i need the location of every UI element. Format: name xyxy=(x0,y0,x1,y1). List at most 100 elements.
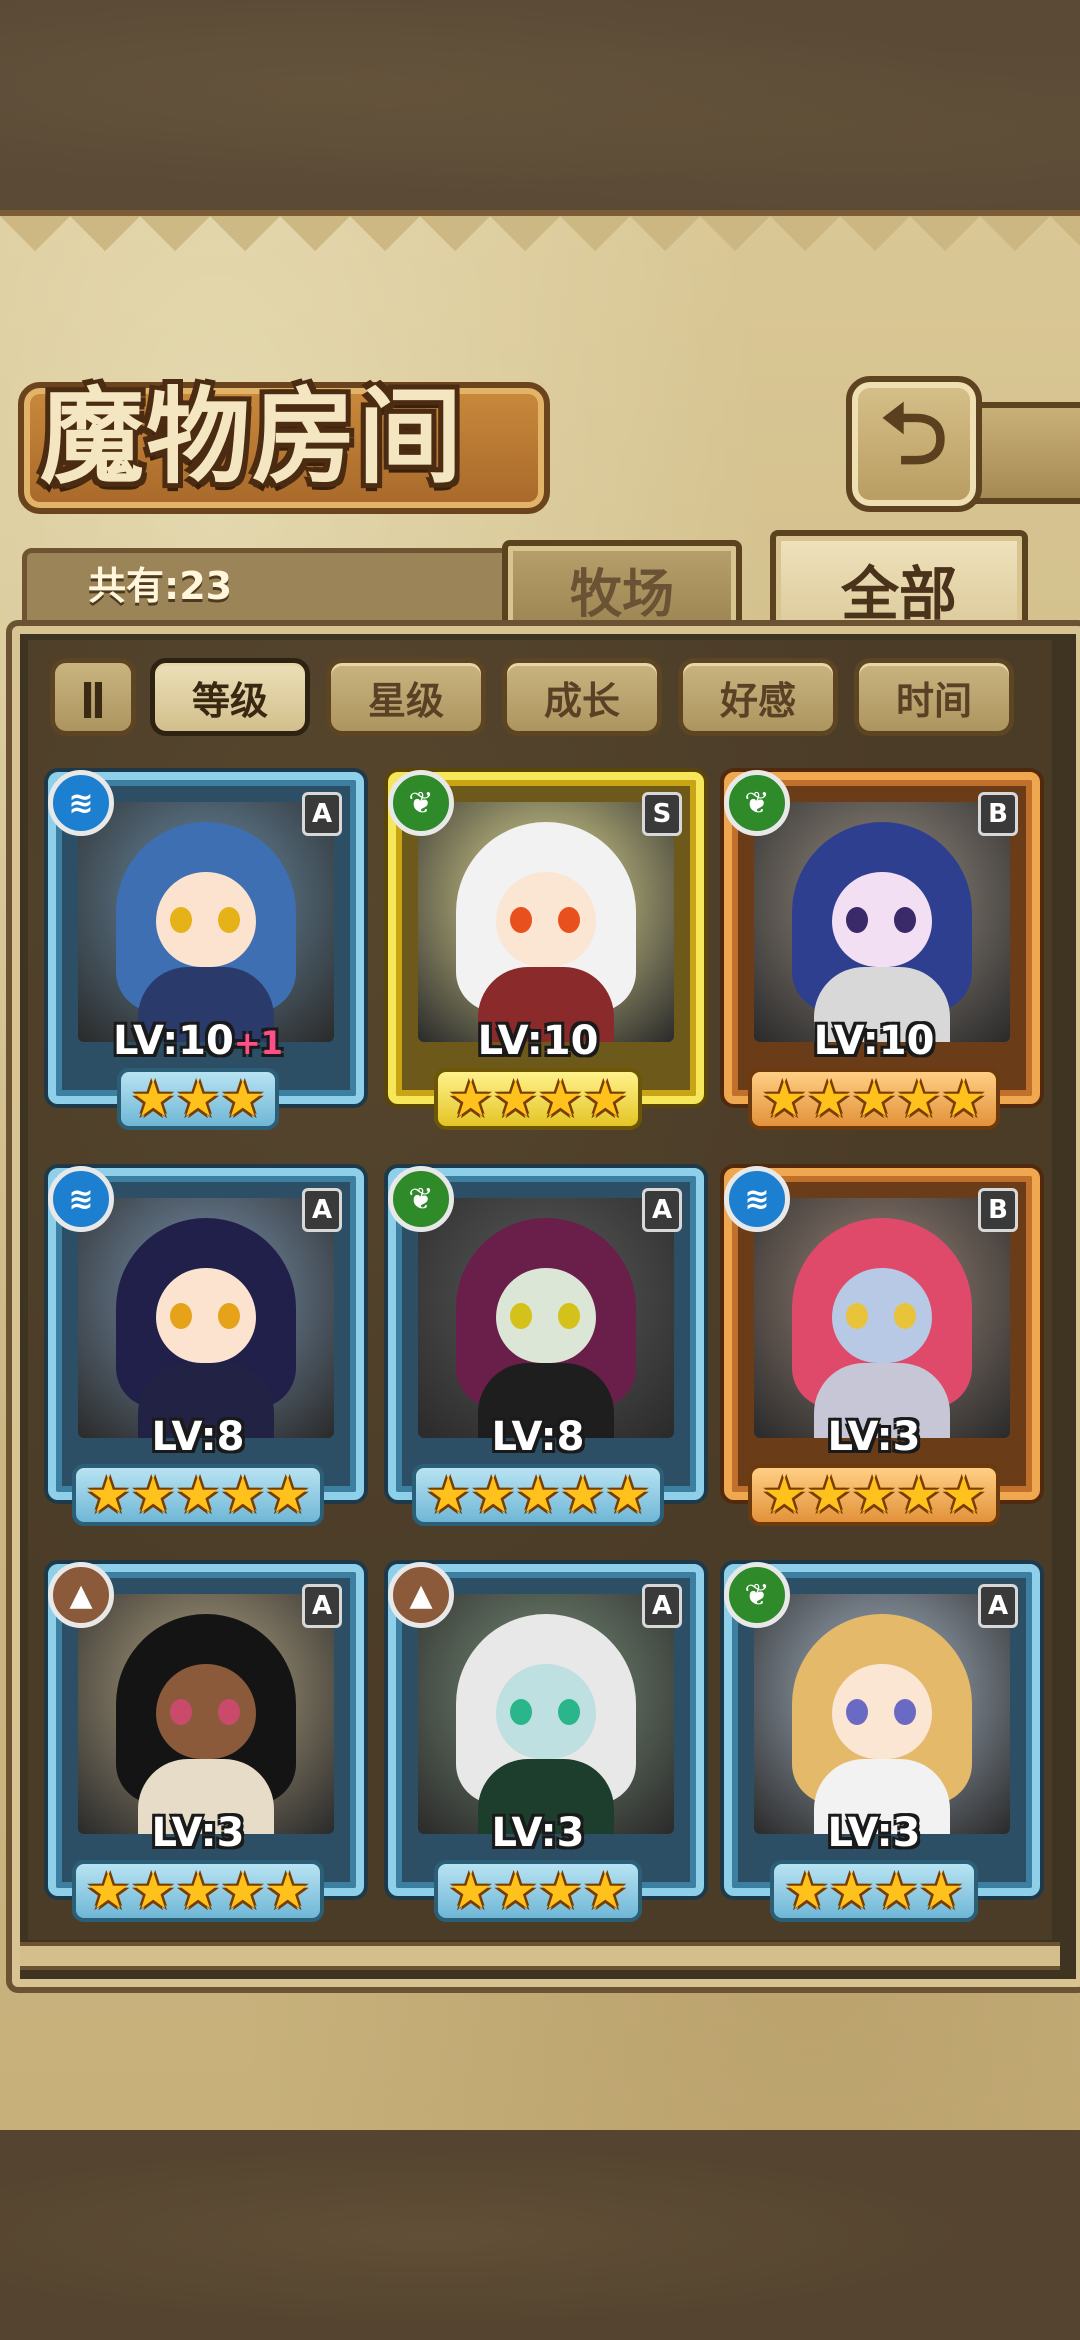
star-icon: ★ xyxy=(220,1466,266,1524)
monster-card[interactable]: S ❦ LV:10 ★★★★ xyxy=(388,770,704,1130)
monster-card[interactable]: A ≋ LV:10+1 ★★★ xyxy=(48,770,364,1130)
star-rating-plate: ★★★★★ xyxy=(71,1464,325,1526)
earth-element-icon: ▲ xyxy=(388,1562,454,1628)
star-icon: ★ xyxy=(265,1862,311,1920)
monster-portrait xyxy=(418,1198,674,1438)
monster-card[interactable]: A ❦ LV:3 ★★★★ xyxy=(724,1562,1040,1922)
star-icon: ★ xyxy=(130,1466,176,1524)
star-icon: ★ xyxy=(874,1862,919,1920)
star-icon: ★ xyxy=(806,1070,852,1128)
level-value: LV:8 xyxy=(151,1414,245,1460)
monster-card[interactable]: A ▲ LV:3 ★★★★★ xyxy=(48,1562,364,1922)
star-icon: ★ xyxy=(538,1070,583,1128)
star-rating: ★★★ xyxy=(48,1068,348,1130)
level-label: LV:10+1 xyxy=(48,1018,348,1064)
monster-portrait xyxy=(78,1594,334,1834)
monster-card[interactable]: A ▲ LV:3 ★★★★ xyxy=(388,1562,704,1922)
rank-badge: A xyxy=(978,1584,1018,1628)
star-icon: ★ xyxy=(265,1466,311,1524)
monster-portrait xyxy=(418,802,674,1042)
star-icon: ★ xyxy=(851,1466,897,1524)
star-rating-plate: ★★★★★ xyxy=(747,1464,1001,1526)
star-icon: ★ xyxy=(896,1070,942,1128)
star-icon: ★ xyxy=(941,1070,987,1128)
star-icon: ★ xyxy=(896,1466,942,1524)
sort-order-icon: ǁ xyxy=(80,675,106,719)
monster-portrait xyxy=(754,1594,1010,1834)
level-label: LV:8 xyxy=(388,1414,688,1460)
wood-element-icon: ❦ xyxy=(388,770,454,836)
level-bonus: +1 xyxy=(233,1024,283,1062)
monster-card[interactable]: B ❦ LV:10 ★★★★★ xyxy=(724,770,1040,1130)
level-label: LV:10 xyxy=(724,1018,1024,1064)
star-rating-plate: ★★★★★ xyxy=(411,1464,665,1526)
star-icon: ★ xyxy=(918,1862,964,1920)
level-value: LV:3 xyxy=(827,1414,921,1460)
level-label: LV:3 xyxy=(724,1414,1024,1460)
level-label: LV:8 xyxy=(48,1414,348,1460)
level-label: LV:3 xyxy=(388,1810,688,1856)
monster-card[interactable]: A ≋ LV:8 ★★★★★ xyxy=(48,1166,364,1526)
star-rating-plate: ★★★★★ xyxy=(747,1068,1001,1130)
star-icon: ★ xyxy=(761,1070,807,1128)
page-title: 魔物房间 xyxy=(40,375,465,498)
rank-badge: A xyxy=(302,792,342,836)
water-element-icon: ≋ xyxy=(724,1166,790,1232)
back-button[interactable]: ⮌ xyxy=(846,376,982,512)
star-icon: ★ xyxy=(493,1070,538,1128)
star-icon: ★ xyxy=(470,1466,516,1524)
rank-badge: A xyxy=(302,1188,342,1232)
level-value: LV:3 xyxy=(151,1810,245,1856)
level-value: LV:10 xyxy=(113,1018,234,1064)
star-icon: ★ xyxy=(605,1466,651,1524)
star-icon: ★ xyxy=(220,1862,266,1920)
star-rating: ★★★★★ xyxy=(48,1464,348,1526)
star-rating: ★★★★★ xyxy=(724,1464,1024,1526)
wood-element-icon: ❦ xyxy=(388,1166,454,1232)
sort-time-label: 时间 xyxy=(895,678,972,723)
tab-ranch[interactable]: 牧场 xyxy=(502,540,742,632)
sort-star-button[interactable]: 星级 xyxy=(326,658,486,736)
star-icon: ★ xyxy=(538,1862,583,1920)
sort-level-button[interactable]: 等级 xyxy=(150,658,310,736)
tab-all-label: 全部 xyxy=(840,560,957,628)
sort-order-toggle-button[interactable]: ǁ xyxy=(50,658,136,736)
monster-portrait xyxy=(754,802,1010,1042)
star-rating: ★★★★★ xyxy=(724,1068,1024,1130)
back-button-rail xyxy=(966,402,1080,504)
sort-time-button[interactable]: 时间 xyxy=(854,658,1014,736)
star-rating-plate: ★★★★ xyxy=(434,1860,642,1922)
sort-star-label: 星级 xyxy=(367,678,444,723)
sort-growth-button[interactable]: 成长 xyxy=(502,658,662,736)
star-icon: ★ xyxy=(784,1862,830,1920)
star-icon: ★ xyxy=(220,1070,266,1128)
star-rating-plate: ★★★★★ xyxy=(71,1860,325,1922)
star-icon: ★ xyxy=(560,1466,606,1524)
star-icon: ★ xyxy=(515,1466,561,1524)
zigzag-border xyxy=(0,216,1080,286)
level-value: LV:8 xyxy=(491,1414,585,1460)
sort-affection-button[interactable]: 好感 xyxy=(678,658,838,736)
star-icon: ★ xyxy=(175,1862,221,1920)
star-icon: ★ xyxy=(493,1862,538,1920)
monster-portrait xyxy=(754,1198,1010,1438)
star-icon: ★ xyxy=(448,1862,494,1920)
monster-card[interactable]: A ❦ LV:8 ★★★★★ xyxy=(388,1166,704,1526)
monster-card[interactable]: B ≋ LV:3 ★★★★★ xyxy=(724,1166,1040,1526)
level-label: LV:10 xyxy=(388,1018,688,1064)
wood-element-icon: ❦ xyxy=(724,770,790,836)
star-icon: ★ xyxy=(582,1862,628,1920)
star-rating-plate: ★★★★ xyxy=(434,1068,642,1130)
level-value: LV:3 xyxy=(827,1810,921,1856)
back-arrow-icon: ⮌ xyxy=(880,384,948,483)
rank-badge: S xyxy=(642,792,682,836)
level-label: LV:3 xyxy=(724,1810,1024,1856)
level-value: LV:3 xyxy=(491,1810,585,1856)
star-icon: ★ xyxy=(941,1466,987,1524)
star-rating: ★★★★ xyxy=(388,1860,688,1922)
star-rating: ★★★★ xyxy=(724,1860,1024,1922)
star-icon: ★ xyxy=(829,1862,874,1920)
water-element-icon: ≋ xyxy=(48,770,114,836)
panel-bottom-rail xyxy=(20,1942,1060,1970)
sort-level-label: 等级 xyxy=(191,678,268,723)
